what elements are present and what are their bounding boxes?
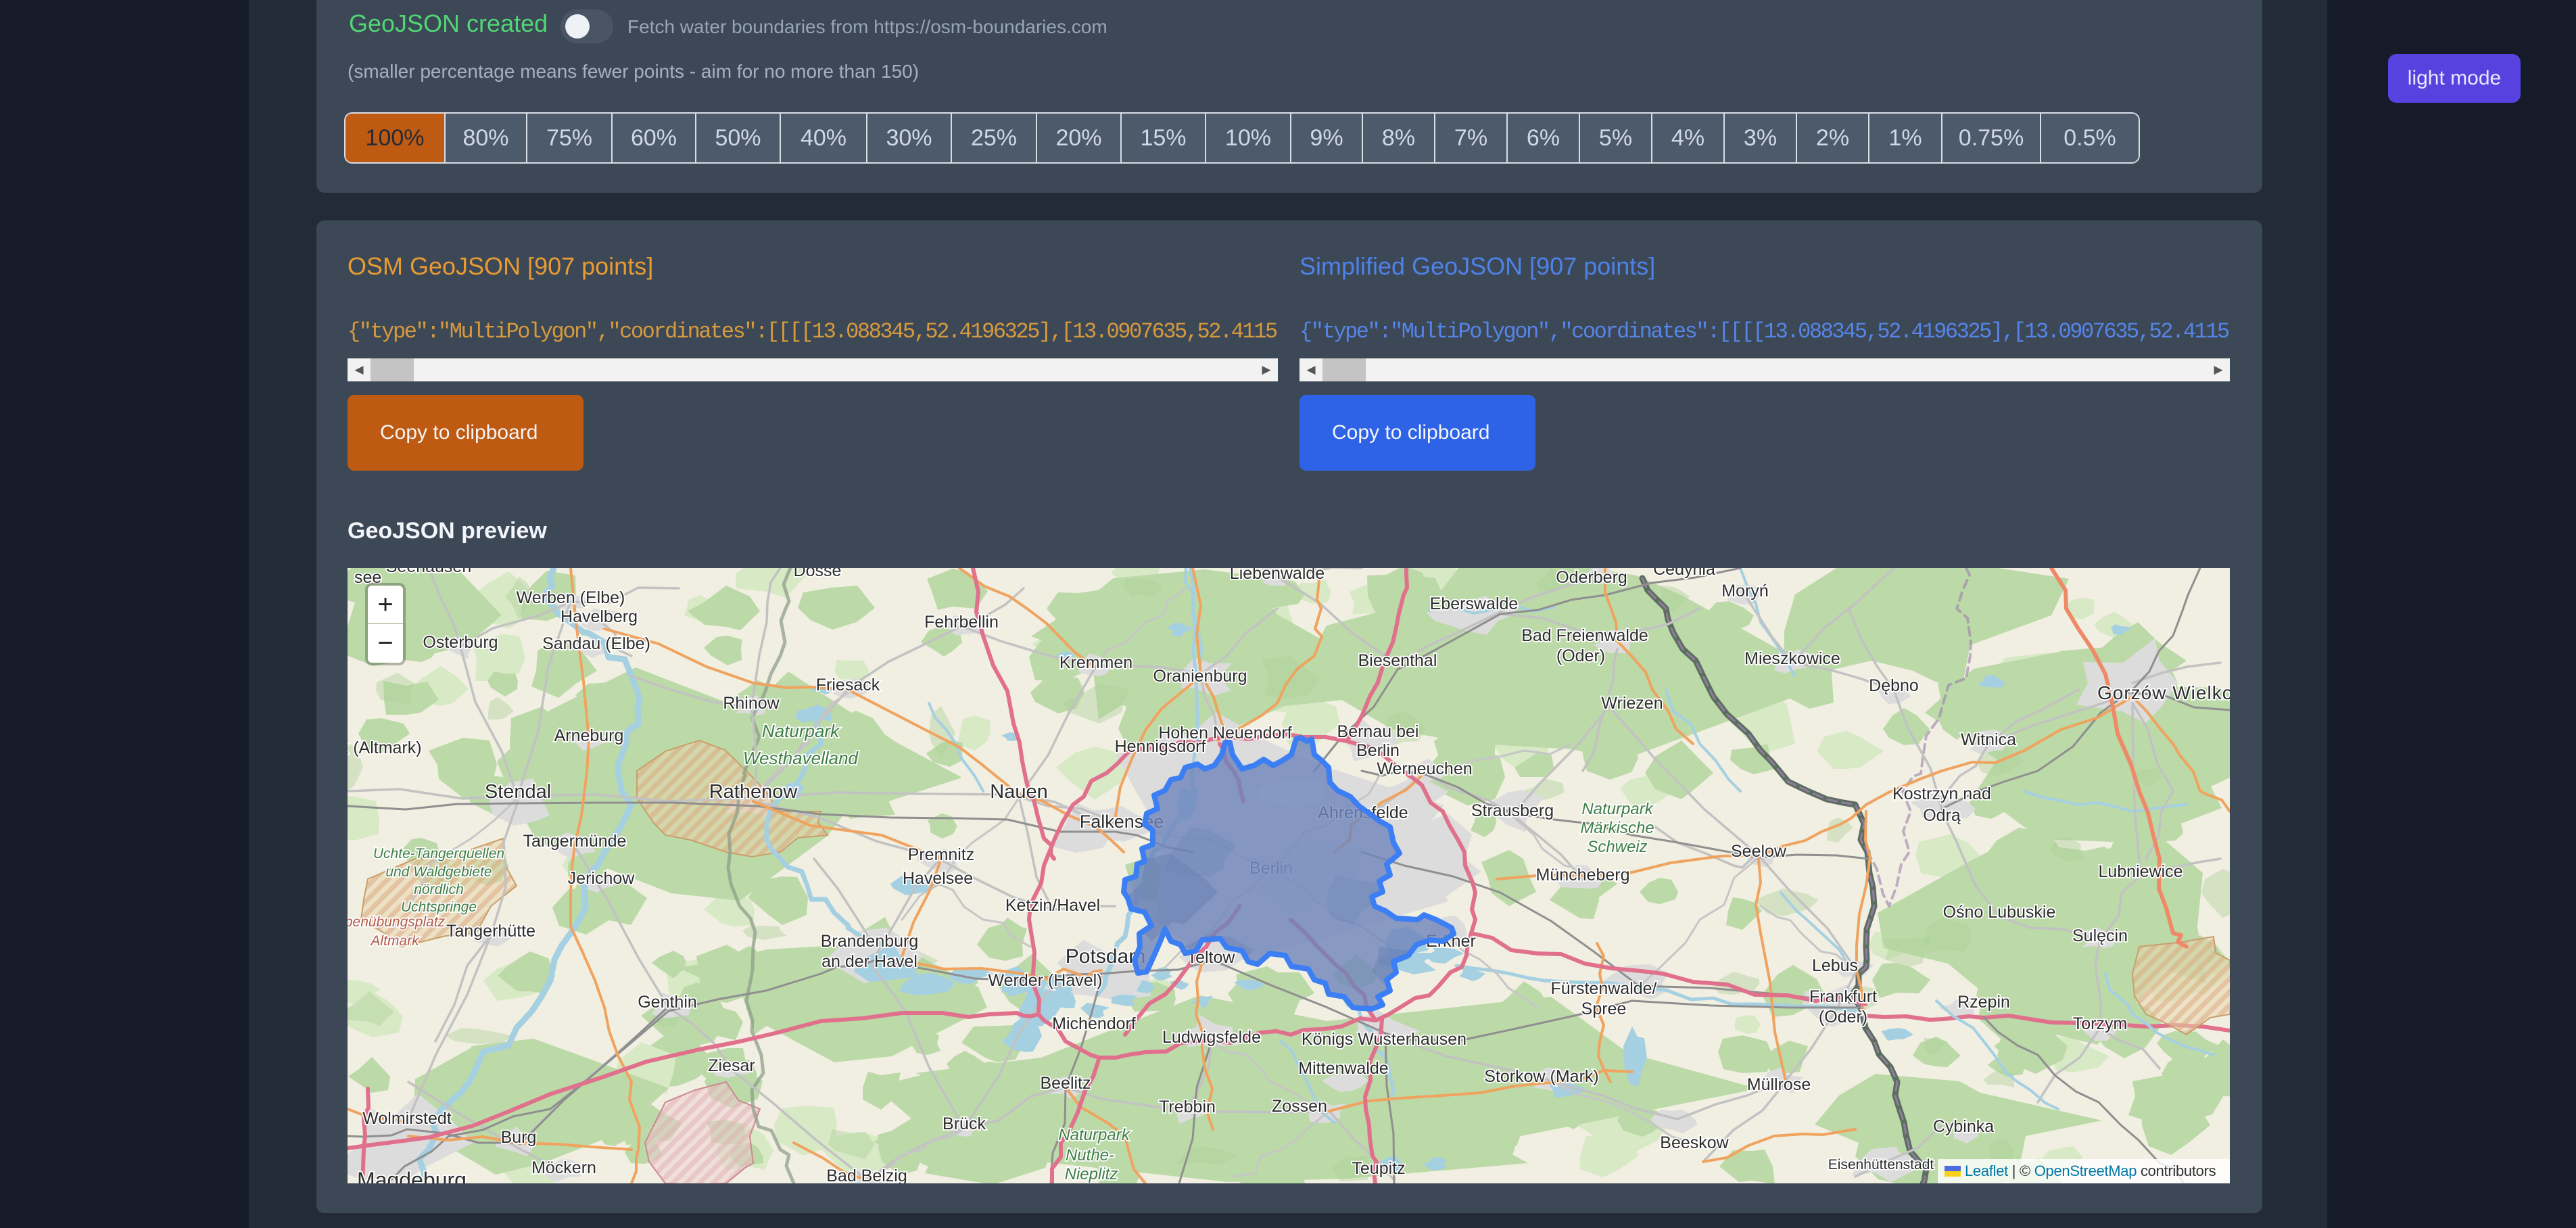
svg-text:Märkische: Märkische xyxy=(1580,819,1654,837)
svg-text:Werder (Havel): Werder (Havel) xyxy=(988,971,1102,990)
svg-text:Teupitz: Teupitz xyxy=(1352,1159,1405,1178)
svg-text:Havelberg: Havelberg xyxy=(560,607,638,626)
svg-text:Osterburg: Osterburg xyxy=(423,633,498,652)
svg-text:Storkow (Mark): Storkow (Mark) xyxy=(1484,1067,1598,1086)
svg-text:Ziesar: Ziesar xyxy=(708,1056,755,1075)
svg-text:Lebus: Lebus xyxy=(1812,956,1858,975)
svg-text:Jerichow: Jerichow xyxy=(568,869,636,888)
svg-text:Uchte-Tangerquellen: Uchte-Tangerquellen xyxy=(373,846,504,861)
svg-text:Hennigsdorf: Hennigsdorf xyxy=(1115,737,1206,756)
svg-text:Lubniewice: Lubniewice xyxy=(2098,862,2183,881)
svg-text:Nuthe-: Nuthe- xyxy=(1066,1146,1114,1164)
svg-text:(Oder): (Oder) xyxy=(1819,1008,1867,1026)
svg-text:Seehausen: Seehausen xyxy=(386,568,472,576)
svg-text:Tangerhütte: Tangerhütte xyxy=(446,922,535,941)
svg-text:Brück: Brück xyxy=(943,1114,986,1133)
svg-text:Möckern: Möckern xyxy=(531,1158,596,1177)
svg-text:Ludwigsfelde: Ludwigsfelde xyxy=(1162,1028,1261,1047)
svg-text:Havelsee: Havelsee xyxy=(903,869,973,888)
svg-text:Wolmirstedt: Wolmirstedt xyxy=(362,1109,452,1128)
svg-text:Rathenow: Rathenow xyxy=(709,781,798,803)
svg-text:Ośno Lubuskie: Ośno Lubuskie xyxy=(1943,903,2056,922)
svg-text:und Waldgebiete: und Waldgebiete xyxy=(385,864,492,880)
svg-text:Strausberg: Strausberg xyxy=(1471,801,1554,820)
svg-text:Biesenthal: Biesenthal xyxy=(1358,651,1437,670)
svg-text:Michendorf: Michendorf xyxy=(1052,1014,1136,1033)
svg-text:Naturpark: Naturpark xyxy=(1058,1126,1130,1144)
svg-text:Torzym: Torzym xyxy=(2073,1014,2128,1033)
svg-text:Liebenwalde: Liebenwalde xyxy=(1230,568,1325,583)
svg-text:Altmark: Altmark xyxy=(369,933,420,949)
svg-text:Eberswalde: Eberswalde xyxy=(1430,594,1519,613)
svg-text:Odrą: Odrą xyxy=(1923,806,1961,825)
svg-text:Müncheberg: Müncheberg xyxy=(1536,866,1630,884)
svg-text:Dębno: Dębno xyxy=(1869,676,1919,695)
svg-text:Dosse: Dosse xyxy=(794,568,842,580)
svg-text:Westhavelland: Westhavelland xyxy=(743,748,859,768)
svg-text:Naturpark: Naturpark xyxy=(1581,800,1654,818)
svg-text:Bad Freienwalde: Bad Freienwalde xyxy=(1521,626,1648,645)
svg-text:Cedynia: Cedynia xyxy=(1653,568,1715,579)
svg-text:Nauen: Nauen xyxy=(990,781,1047,803)
svg-text:Magdeburg: Magdeburg xyxy=(357,1168,467,1183)
svg-text:(Oder): (Oder) xyxy=(1556,646,1605,665)
svg-text:Cybinka: Cybinka xyxy=(1933,1117,1994,1136)
svg-text:Königs Wusterhausen: Königs Wusterhausen xyxy=(1302,1030,1466,1049)
svg-text:Oderberg: Oderberg xyxy=(1556,568,1627,587)
svg-text:Kostrzyn nad: Kostrzyn nad xyxy=(1892,784,1991,803)
svg-text:Ketzin/Havel: Ketzin/Havel xyxy=(1005,896,1100,915)
svg-text:Berlin: Berlin xyxy=(1356,741,1400,760)
svg-text:Naturpark: Naturpark xyxy=(762,721,840,741)
svg-text:Seelow: Seelow xyxy=(1731,842,1787,861)
svg-text:Fürstenwalde/: Fürstenwalde/ xyxy=(1550,979,1656,998)
svg-text:Gorzów Wielkopo: Gorzów Wielkopo xyxy=(2097,682,2230,703)
svg-text:Frankfurt: Frankfurt xyxy=(1809,987,1877,1006)
svg-text:Zossen: Zossen xyxy=(1272,1097,1327,1116)
svg-text:an der Havel: an der Havel xyxy=(821,952,917,971)
svg-text:Witnica: Witnica xyxy=(1961,730,2016,749)
svg-text:Mieszkowice: Mieszkowice xyxy=(1744,649,1840,668)
svg-text:nördlich: nördlich xyxy=(414,882,464,897)
svg-text:Bernau bei: Bernau bei xyxy=(1337,722,1419,741)
svg-text:Sandau (Elbe): Sandau (Elbe) xyxy=(542,634,650,653)
svg-text:Burg: Burg xyxy=(501,1128,537,1147)
svg-text:Beelitz: Beelitz xyxy=(1040,1074,1091,1093)
svg-text:Stendal: Stendal xyxy=(485,781,551,803)
svg-text:Arneburg: Arneburg xyxy=(554,726,624,745)
svg-text:Werneuchen: Werneuchen xyxy=(1377,759,1472,778)
svg-text:Wriezen: Wriezen xyxy=(1601,694,1663,713)
svg-text:Schweiz: Schweiz xyxy=(1587,838,1647,856)
svg-text:Oranienburg: Oranienburg xyxy=(1153,667,1247,686)
svg-text:Uchtspringe: Uchtspringe xyxy=(401,899,477,915)
svg-text:Moryń: Moryń xyxy=(1721,582,1768,600)
svg-text:Rhinow: Rhinow xyxy=(723,694,780,713)
svg-text:Nieplitz: Nieplitz xyxy=(1065,1165,1118,1183)
svg-text:Trebbin: Trebbin xyxy=(1159,1097,1216,1116)
svg-text:Genthin: Genthin xyxy=(638,993,697,1012)
svg-text:Kremmen: Kremmen xyxy=(1059,653,1132,672)
svg-text:rk (Altmark): rk (Altmark) xyxy=(348,738,422,757)
svg-text:Müllrose: Müllrose xyxy=(1747,1075,1811,1094)
svg-text:Tangermünde: Tangermünde xyxy=(523,832,627,851)
svg-text:Beeskow: Beeskow xyxy=(1660,1133,1729,1152)
svg-text:Spree: Spree xyxy=(1581,999,1627,1018)
svg-text:Premnitz: Premnitz xyxy=(908,845,975,864)
svg-text:Fehrbellin: Fehrbellin xyxy=(924,613,999,632)
svg-text:Eisenhüttenstadt: Eisenhüttenstadt xyxy=(1828,1157,1934,1173)
svg-text:Sulęcin: Sulęcin xyxy=(2072,926,2128,945)
svg-text:Werben (Elbe): Werben (Elbe) xyxy=(517,588,625,607)
svg-text:Mittenwalde: Mittenwalde xyxy=(1298,1059,1388,1078)
svg-text:Rzepin: Rzepin xyxy=(1957,993,2010,1012)
svg-text:penübungsplatz: penübungsplatz xyxy=(348,914,446,930)
svg-text:Brandenburg: Brandenburg xyxy=(821,932,919,951)
svg-text:Bad Belzig: Bad Belzig xyxy=(826,1166,907,1183)
svg-text:Friesack: Friesack xyxy=(816,676,880,694)
